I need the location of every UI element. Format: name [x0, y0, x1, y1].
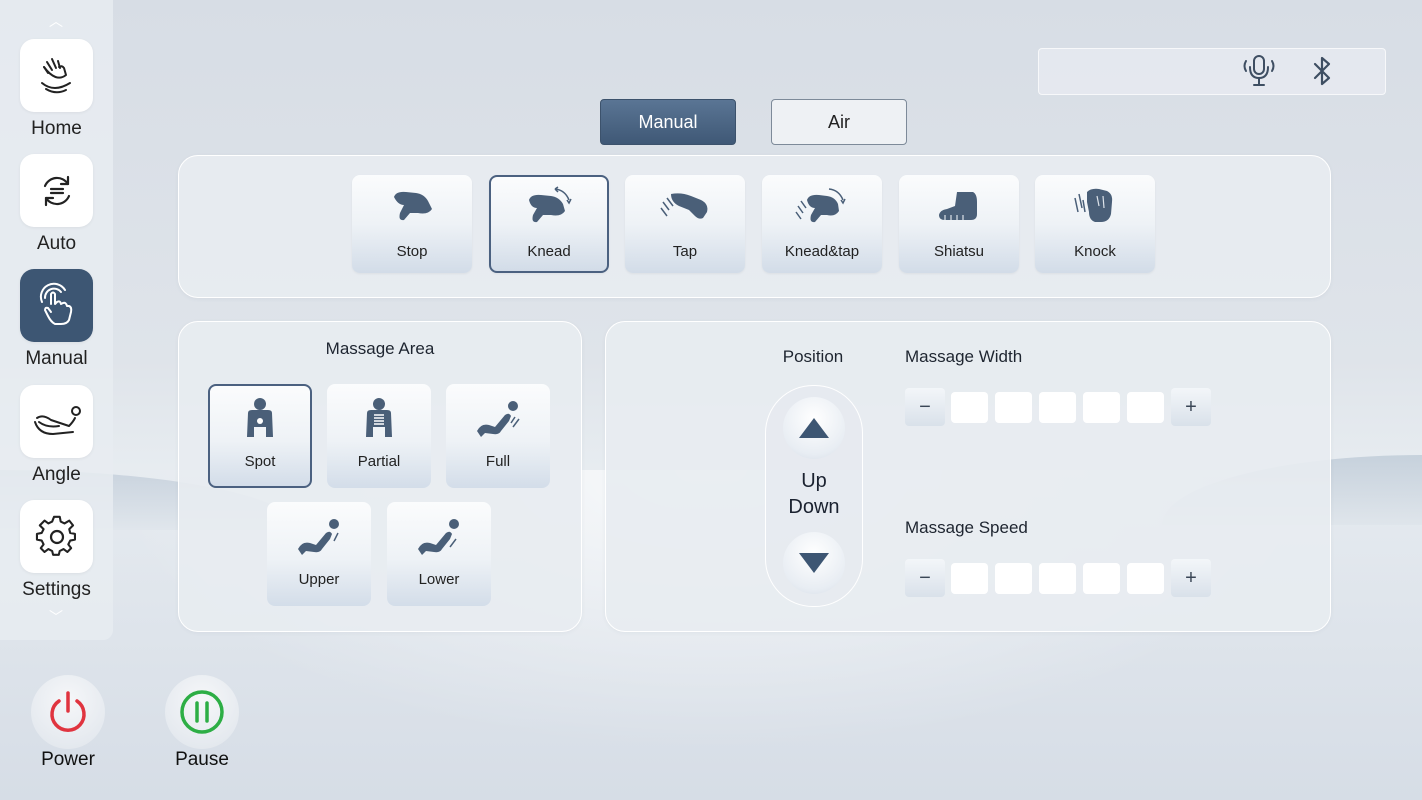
- speed-level-cell: [1039, 563, 1076, 594]
- width-level-cell: [1039, 392, 1076, 423]
- speed-level-cell: [951, 563, 988, 594]
- sidebar-item-auto[interactable]: Auto: [0, 154, 113, 264]
- width-level-cell: [995, 392, 1032, 423]
- technique-panel: Stop Knead Tap Knead&tap Shiatsu Knock: [178, 155, 1331, 298]
- lower-recline-icon: [387, 514, 491, 560]
- triangle-down-icon: [799, 553, 829, 573]
- spot-body-icon: [210, 396, 310, 442]
- knead-tap-icon: [762, 185, 882, 227]
- technique-label: Knock: [1074, 243, 1116, 260]
- speed-decrease-button[interactable]: −: [905, 559, 945, 597]
- sidebar-item-settings[interactable]: Settings: [0, 500, 113, 610]
- refresh-icon: [20, 154, 93, 227]
- position-down-label: Down: [788, 496, 840, 518]
- knock-icon: [1035, 185, 1155, 227]
- full-recline-icon: [446, 396, 550, 442]
- stop-hand-icon: [352, 185, 472, 227]
- width-level-cell: [1127, 392, 1164, 423]
- area-label: Partial: [357, 453, 401, 470]
- massage-speed-title: Massage Speed: [905, 518, 1028, 537]
- sidebar-item-label: Settings: [22, 579, 91, 600]
- tab-air[interactable]: Air: [771, 99, 907, 145]
- shiatsu-icon: [899, 185, 1019, 227]
- position-up-label: Up: [801, 470, 827, 492]
- power-icon: [50, 691, 86, 732]
- recline-angle-icon: [20, 385, 93, 458]
- partial-body-icon: [327, 396, 431, 442]
- chevron-down-icon[interactable]: ﹀: [46, 610, 66, 624]
- massage-speed-stepper: − +: [905, 559, 1211, 597]
- technique-stop-button[interactable]: Stop: [352, 175, 472, 273]
- speed-level-cell: [1083, 563, 1120, 594]
- power-label: Power: [41, 749, 95, 770]
- technique-shiatsu-button[interactable]: Shiatsu: [899, 175, 1019, 273]
- width-level-cell: [951, 392, 988, 423]
- sidebar-item-home[interactable]: Home: [0, 39, 113, 149]
- position-control: Up Down: [765, 385, 863, 607]
- area-upper-button[interactable]: Upper: [267, 502, 371, 606]
- sidebar-nav: ︿ Home Auto Manual Angle Settings ﹀: [0, 0, 113, 640]
- technique-label: Stop: [396, 243, 428, 260]
- massage-width-title: Massage Width: [905, 347, 1023, 366]
- voice-icon[interactable]: [1239, 53, 1279, 94]
- technique-knock-button[interactable]: Knock: [1035, 175, 1155, 273]
- massage-area-title: Massage Area: [325, 339, 435, 358]
- technique-label: Tap: [672, 243, 698, 260]
- width-decrease-button[interactable]: −: [905, 388, 945, 426]
- sidebar-item-label: Angle: [32, 464, 81, 485]
- position-down-button[interactable]: [783, 532, 845, 594]
- speed-level-cell: [995, 563, 1032, 594]
- tap-icon: [625, 185, 745, 227]
- pause-label: Pause: [175, 749, 229, 770]
- knead-icon: [491, 185, 607, 227]
- area-label: Lower: [418, 571, 460, 588]
- chevron-up-icon[interactable]: ︿: [46, 14, 66, 28]
- pause-icon: [180, 690, 224, 734]
- technique-label: Knead: [527, 243, 571, 260]
- sidebar-item-angle[interactable]: Angle: [0, 385, 113, 495]
- hand-touch-icon: [20, 269, 93, 342]
- upper-recline-icon: [267, 514, 371, 560]
- gear-icon: [20, 500, 93, 573]
- width-level-cell: [1083, 392, 1120, 423]
- sidebar-item-manual[interactable]: Manual: [0, 269, 113, 379]
- pause-button[interactable]: [165, 675, 239, 749]
- technique-label: Shiatsu: [933, 243, 985, 260]
- bluetooth-icon[interactable]: [1307, 54, 1337, 93]
- massage-width-stepper: − +: [905, 388, 1211, 426]
- sidebar-item-label: Home: [31, 118, 82, 139]
- hand-massage-icon: [20, 39, 93, 112]
- area-full-button[interactable]: Full: [446, 384, 550, 488]
- status-bar: [1038, 48, 1386, 95]
- technique-knead-tap-button[interactable]: Knead&tap: [762, 175, 882, 273]
- speed-level-cell: [1127, 563, 1164, 594]
- technique-tap-button[interactable]: Tap: [625, 175, 745, 273]
- tab-manual[interactable]: Manual: [600, 99, 736, 145]
- massage-area-panel: Massage Area Spot Partial Full Upper Low…: [178, 321, 582, 632]
- area-label: Spot: [244, 453, 276, 470]
- area-label: Upper: [298, 571, 340, 588]
- technique-knead-button[interactable]: Knead: [489, 175, 609, 273]
- area-partial-button[interactable]: Partial: [327, 384, 431, 488]
- area-spot-button[interactable]: Spot: [208, 384, 312, 488]
- width-increase-button[interactable]: +: [1171, 388, 1211, 426]
- triangle-up-icon: [799, 418, 829, 438]
- area-lower-button[interactable]: Lower: [387, 502, 491, 606]
- position-up-button[interactable]: [783, 397, 845, 459]
- position-title: Position: [782, 347, 844, 366]
- control-panel: Position Up Down Massage Width − + Massa…: [605, 321, 1331, 632]
- power-button[interactable]: [31, 675, 105, 749]
- sidebar-item-label: Manual: [25, 348, 88, 369]
- sidebar-item-label: Auto: [36, 233, 77, 254]
- speed-increase-button[interactable]: +: [1171, 559, 1211, 597]
- area-label: Full: [485, 453, 511, 470]
- technique-label: Knead&tap: [784, 243, 860, 260]
